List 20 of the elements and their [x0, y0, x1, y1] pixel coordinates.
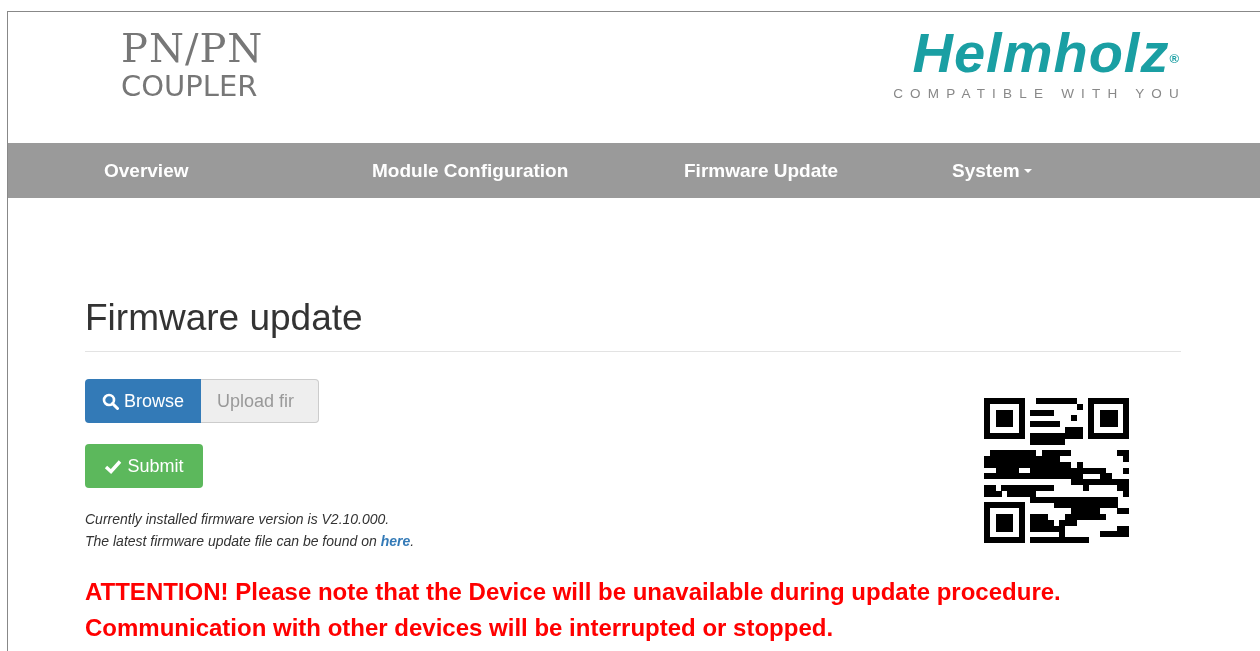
- browse-button[interactable]: Browse: [85, 379, 202, 423]
- brand-logo: Helmholz$^{®}$: [912, 20, 1180, 86]
- submit-button[interactable]: Submit: [85, 444, 203, 488]
- version-note: Currently installed firmware version is V2.10.000.: [85, 510, 391, 529]
- qr-code-icon: [984, 398, 1129, 543]
- product-subtitle: COUPLER: [121, 70, 259, 102]
- nav-item[interactable]: Module Configuration: [372, 159, 569, 182]
- warning-text: ATTENTION! Please note that the Device will be unavailable during update procedure.: [85, 577, 1062, 607]
- search-icon: [102, 392, 119, 410]
- brand-tagline: COMPATIBLE WITH YOU: [893, 86, 1186, 101]
- download-note: The latest firmware update file can be found on here.: [85, 532, 415, 551]
- file-field[interactable]: Upload fir: [201, 379, 320, 423]
- page-title: Firmware update: [85, 296, 364, 340]
- nav-item[interactable]: Overview: [104, 159, 189, 182]
- nav-item[interactable]: System: [952, 159, 1032, 182]
- download-link[interactable]: here: [380, 533, 411, 549]
- warning-text: Communication with other devices will be interrupted or stopped.: [85, 613, 835, 643]
- product-name: PN/PN: [121, 26, 264, 70]
- nav-item[interactable]: Firmware Update: [684, 159, 839, 182]
- checkmark-icon: [104, 458, 123, 474]
